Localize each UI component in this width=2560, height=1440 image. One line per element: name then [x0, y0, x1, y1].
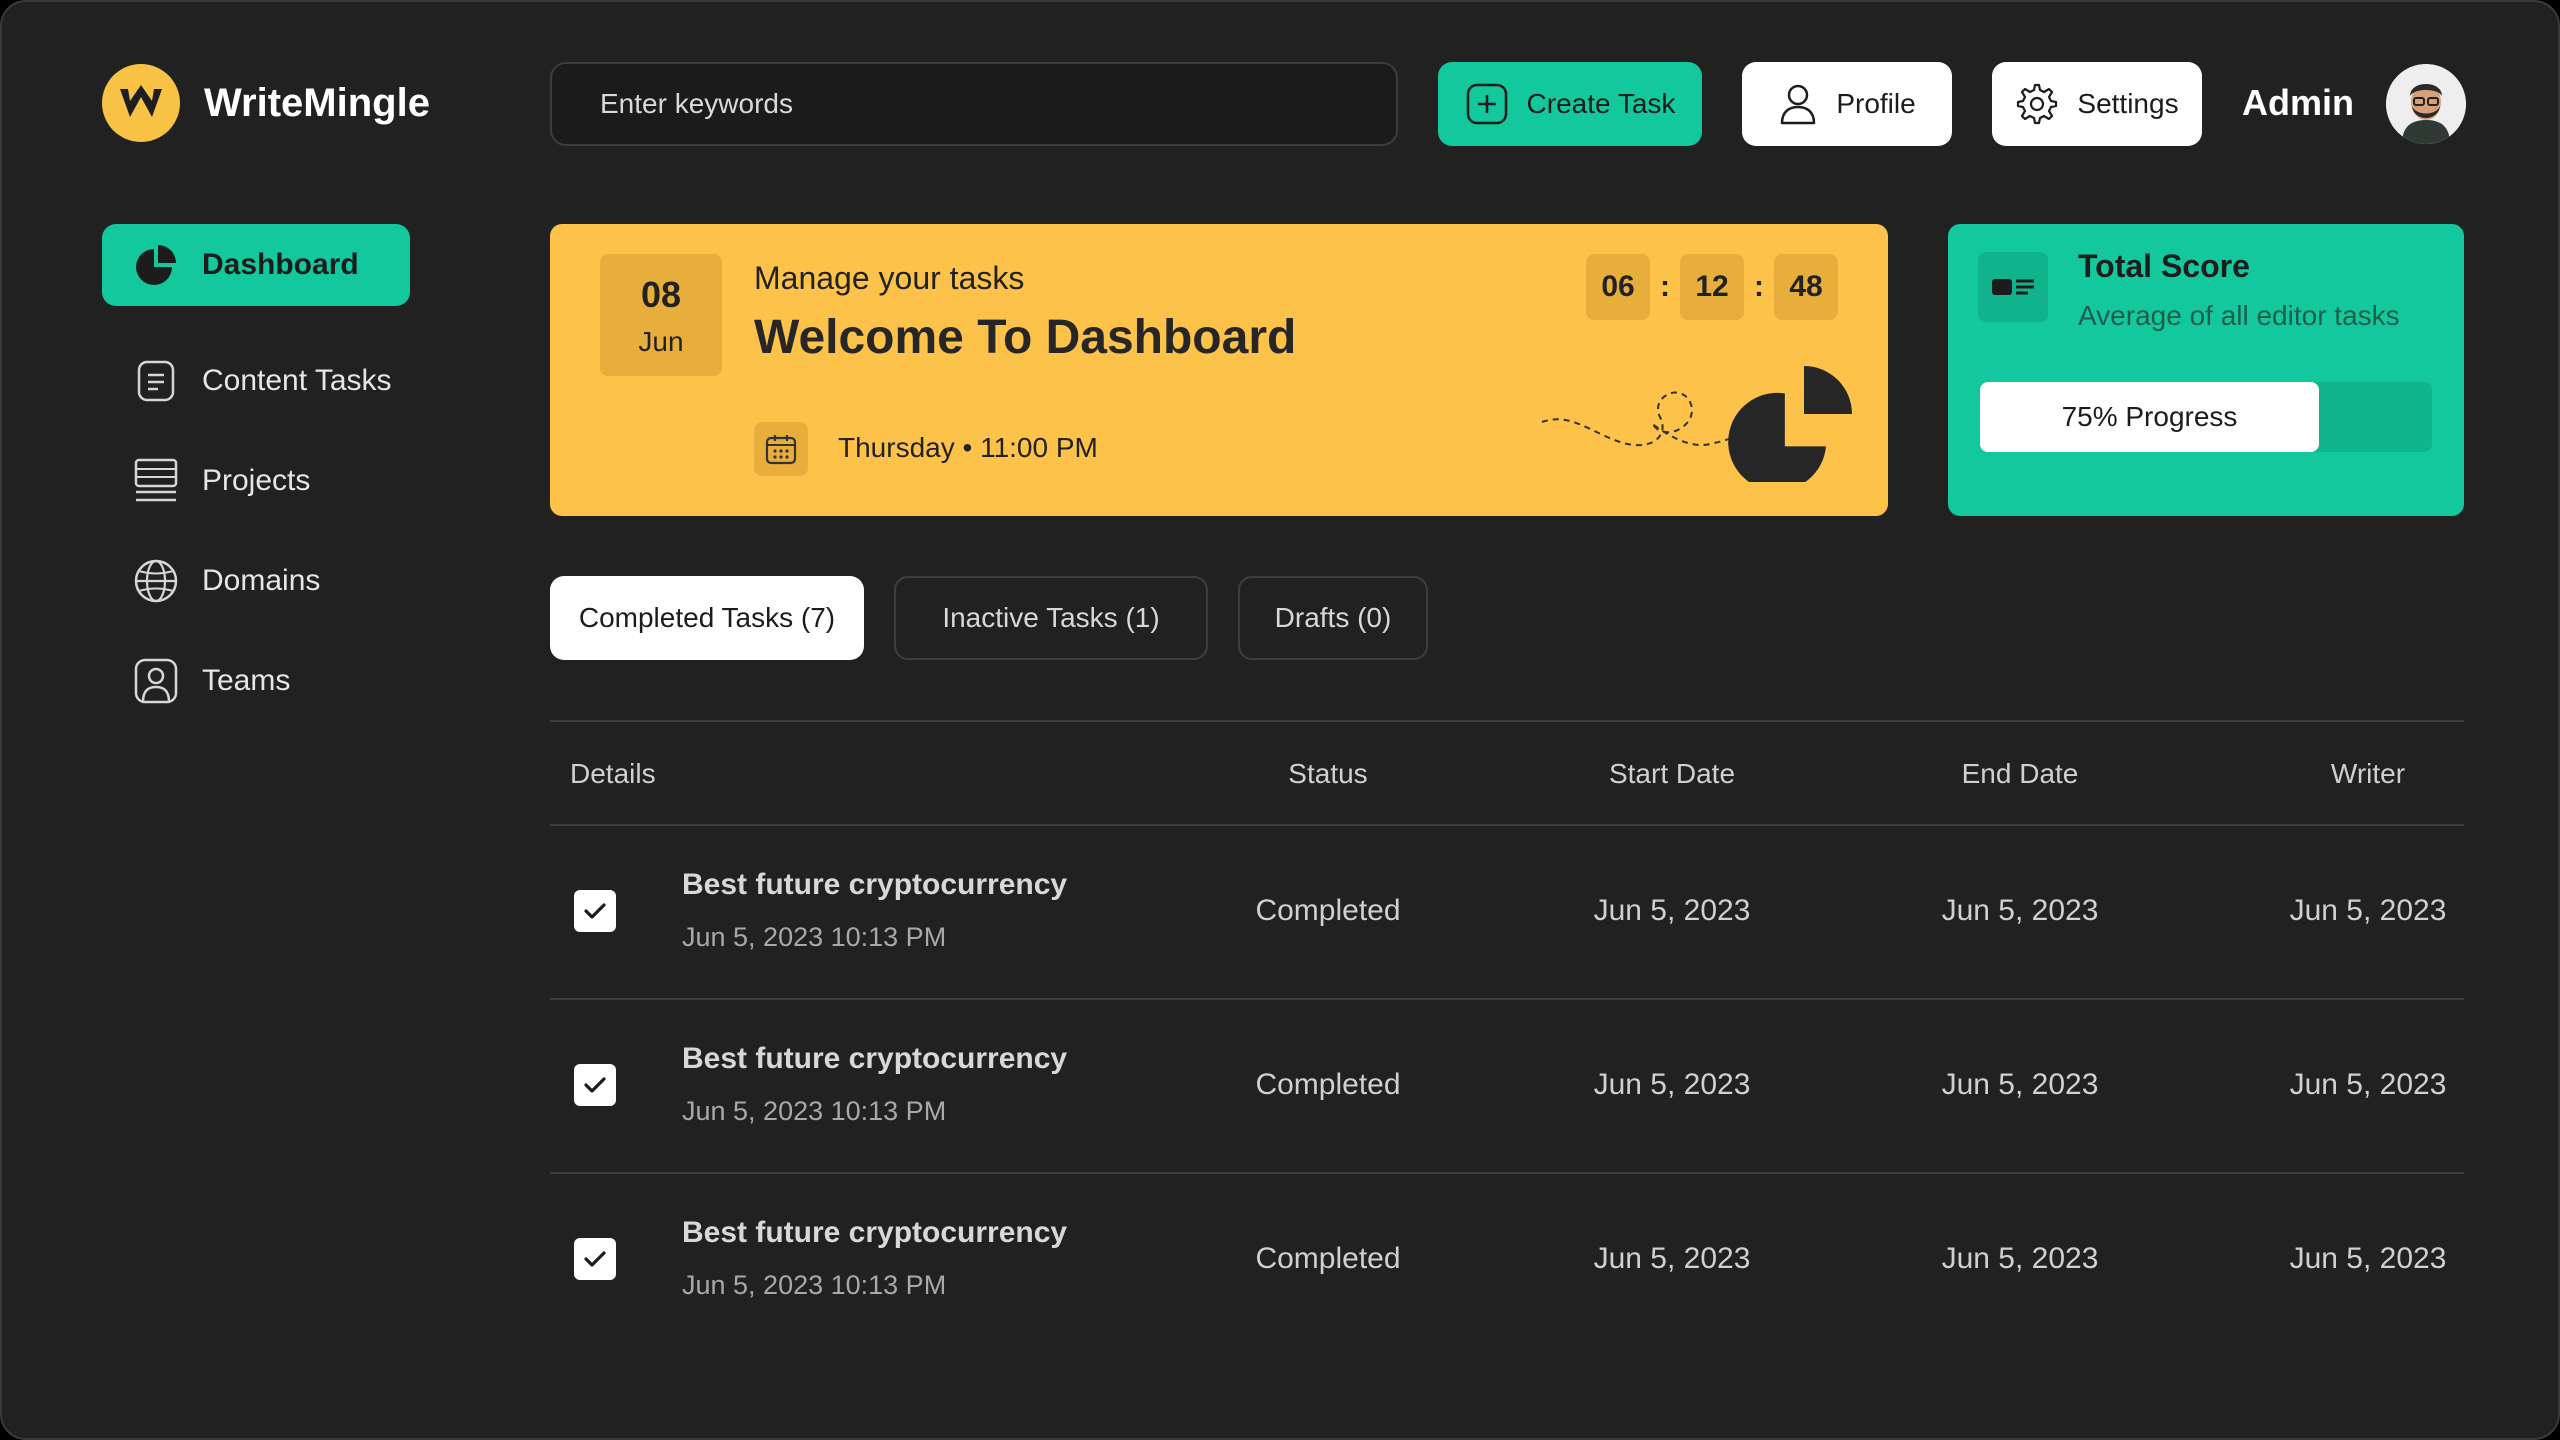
search-input[interactable]	[600, 88, 1360, 120]
countdown-timer: 06 : 12 : 48	[1586, 254, 1838, 320]
task-title[interactable]: Best future cryptocurrency	[682, 1042, 1067, 1076]
column-header-start-date: Start Date	[1608, 758, 1736, 789]
timer-seconds: 48	[1774, 254, 1838, 320]
task-start-date: Jun 5, 2023	[1593, 894, 1751, 927]
sidebar-item-label: Projects	[202, 464, 311, 497]
task-status: Completed	[1255, 894, 1401, 927]
task-end-date: Jun 5, 2023	[1941, 1068, 2099, 1101]
gear-icon	[2015, 82, 2059, 126]
progress-fill: 75% Progress	[1980, 382, 2319, 452]
profile-label: Profile	[1836, 88, 1916, 119]
score-subtitle: Average of all editor tasks	[2078, 300, 2400, 331]
tab-drafts[interactable]: Drafts (0)	[1238, 576, 1428, 660]
date-day: 08	[640, 274, 682, 315]
person-icon	[132, 658, 180, 704]
task-end-date: Jun 5, 2023	[1941, 1242, 2099, 1275]
plus-square-icon	[1465, 82, 1509, 126]
task-status: Completed	[1255, 1068, 1401, 1101]
column-header-details: Details	[570, 758, 656, 789]
task-status: Completed	[1255, 1242, 1401, 1275]
task-end-date: Jun 5, 2023	[1941, 894, 2099, 927]
divider	[550, 824, 2464, 826]
row-checkbox[interactable]	[574, 1064, 616, 1106]
sidebar-item-label: Dashboard	[202, 248, 359, 281]
task-timestamp: Jun 5, 2023 10:13 PM	[682, 1096, 947, 1126]
create-task-button[interactable]: Create Task	[1438, 62, 1702, 146]
score-title: Total Score	[2078, 248, 2250, 284]
welcome-subtitle: Manage your tasks	[754, 260, 1025, 296]
divider	[550, 998, 2464, 1000]
task-timestamp: Jun 5, 2023 10:13 PM	[682, 922, 947, 952]
sidebar-item-dashboard[interactable]: Dashboard	[102, 224, 410, 306]
create-task-label: Create Task	[1526, 88, 1676, 119]
sidebar-item-content-tasks[interactable]: Content Tasks	[102, 340, 410, 422]
current-datetime: Thursday • 11:00 PM	[838, 432, 1098, 463]
row-checkbox[interactable]	[574, 890, 616, 932]
app-name: WriteMingle	[204, 80, 430, 125]
task-writer: Jun 5, 2023	[2289, 1068, 2447, 1101]
timer-minutes: 12	[1680, 254, 1744, 320]
task-title[interactable]: Best future cryptocurrency	[682, 868, 1067, 902]
progress-bar: 75% Progress	[1980, 382, 2432, 452]
tab-label: Inactive Tasks (1)	[942, 602, 1160, 633]
welcome-card: 08 Jun Manage your tasks Welcome To Dash…	[550, 224, 1888, 516]
task-writer: Jun 5, 2023	[2289, 894, 2447, 927]
app-window: WriteMingle Create Task Profile	[0, 0, 2560, 1440]
pie-chart-icon	[132, 243, 180, 287]
list-icon	[132, 458, 180, 504]
total-score-card: Total Score Average of all editor tasks …	[1948, 224, 2464, 516]
logo-icon	[102, 64, 180, 142]
checkmark-icon	[584, 1077, 606, 1093]
tab-label: Drafts (0)	[1274, 602, 1392, 633]
sidebar-item-teams[interactable]: Teams	[102, 640, 410, 722]
brand-logo[interactable]: WriteMingle	[102, 64, 430, 142]
timer-separator: :	[1660, 270, 1670, 303]
page-title: Welcome To Dashboard	[754, 311, 1297, 364]
checkmark-icon	[584, 1251, 606, 1267]
score-card-icon	[1978, 252, 2048, 322]
timer-separator: :	[1754, 270, 1764, 303]
sidebar-item-projects[interactable]: Projects	[102, 440, 410, 522]
divider	[550, 1172, 2464, 1174]
tab-completed-tasks[interactable]: Completed Tasks (7)	[550, 576, 864, 660]
timer-hours: 06	[1586, 254, 1650, 320]
settings-label: Settings	[2077, 88, 2179, 119]
column-header-status: Status	[1288, 758, 1368, 789]
sidebar-item-label: Teams	[202, 664, 291, 697]
column-header-writer: Writer	[2330, 758, 2406, 789]
decorative-pie-illustration	[1541, 366, 1852, 482]
sidebar-item-label: Content Tasks	[202, 364, 392, 397]
progress-label: 75% Progress	[2061, 401, 2238, 432]
task-writer: Jun 5, 2023	[2289, 1242, 2447, 1275]
task-start-date: Jun 5, 2023	[1593, 1242, 1751, 1275]
profile-button[interactable]: Profile	[1742, 62, 1952, 146]
sidebar-item-label: Domains	[202, 564, 321, 597]
settings-button[interactable]: Settings	[1992, 62, 2202, 146]
date-month: Jun	[638, 326, 684, 357]
divider	[550, 720, 2464, 722]
tab-label: Completed Tasks (7)	[578, 602, 836, 633]
calendar-icon	[754, 422, 808, 476]
search-box[interactable]	[550, 62, 1398, 146]
tab-inactive-tasks[interactable]: Inactive Tasks (1)	[894, 576, 1208, 660]
row-checkbox[interactable]	[574, 1238, 616, 1280]
user-icon	[1778, 82, 1818, 126]
avatar[interactable]	[2386, 64, 2466, 144]
task-title[interactable]: Best future cryptocurrency	[682, 1216, 1067, 1250]
date-badge: 08 Jun	[600, 254, 722, 376]
user-name: Admin	[2242, 82, 2354, 123]
task-start-date: Jun 5, 2023	[1593, 1068, 1751, 1101]
document-icon	[132, 359, 180, 403]
sidebar-item-domains[interactable]: Domains	[102, 540, 410, 622]
globe-icon	[132, 558, 180, 604]
checkmark-icon	[584, 903, 606, 919]
column-header-end-date: End Date	[1961, 758, 2079, 789]
task-timestamp: Jun 5, 2023 10:13 PM	[682, 1270, 947, 1300]
